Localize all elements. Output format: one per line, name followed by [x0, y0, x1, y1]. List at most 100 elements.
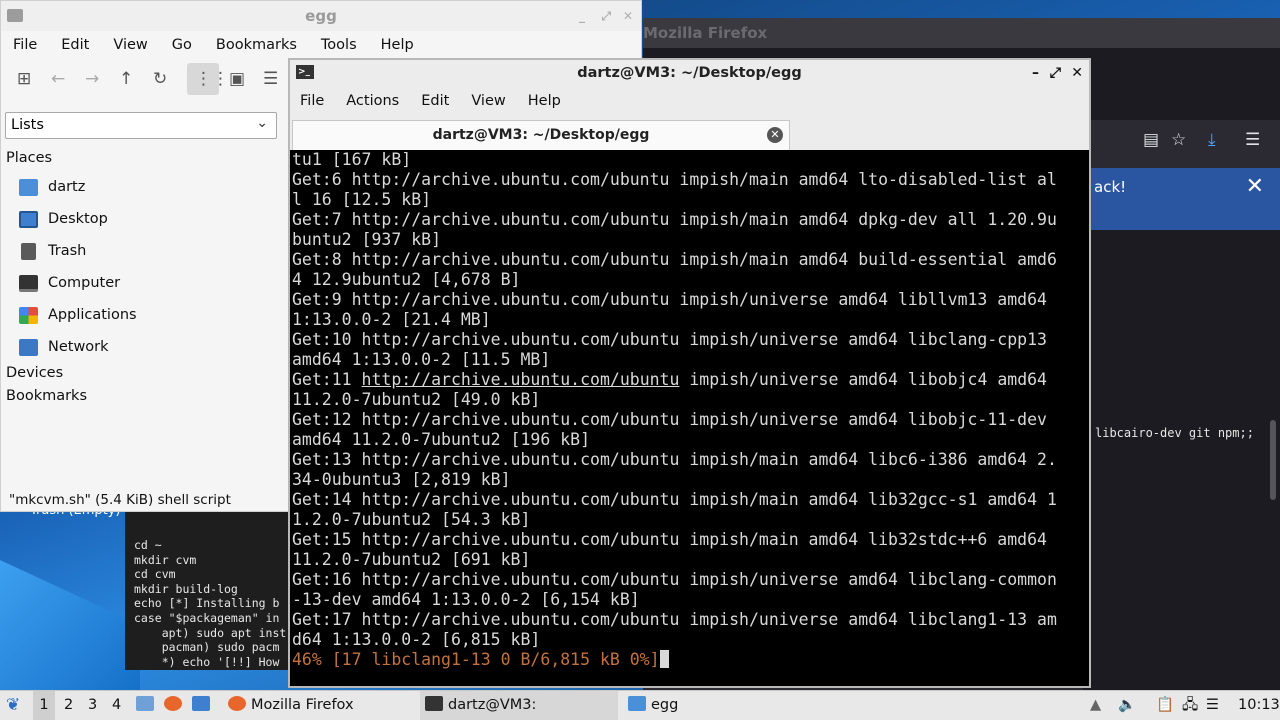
maximize-icon[interactable]: ⤢ [1050, 60, 1061, 86]
firefox-content: libcairo-dev git npm;; [1083, 230, 1280, 690]
minimize-icon[interactable]: – [1032, 60, 1039, 86]
workspace-2[interactable]: 2 [64, 691, 73, 720]
list-view-icon[interactable]: ☰ [263, 69, 278, 89]
progress-line: 46% [17 libclang1-13 0 B/6,815 kB 0%] [290, 650, 1089, 670]
sidebar-item-label: Desktop [48, 211, 108, 227]
side-pane-mode-value: Lists [11, 117, 44, 133]
workspace-1[interactable]: 1 [33, 691, 55, 720]
task-file-manager[interactable]: egg [624, 691, 774, 720]
sidebar-item-label: Trash [48, 243, 87, 259]
menu-hamburger-icon[interactable]: ☰ [1245, 130, 1260, 150]
sidebar-item-label: Network [48, 339, 109, 355]
taskbar: ❦ 1 2 3 4 Mozilla Firefox dartz@VM3: ~/D… [0, 690, 1280, 720]
sidebar-item-label: dartz [48, 179, 86, 195]
menu-edit[interactable]: Edit [421, 93, 449, 109]
wallpaper-shape [0, 560, 140, 690]
firefox-icon [228, 696, 246, 711]
start-menu-icon[interactable]: ❦ [6, 691, 20, 720]
output-lines-1: tu1 [167 kB] Get:6 http://archive.ubuntu… [292, 150, 1057, 369]
tab-terminal[interactable]: dartz@VM3: ~/Desktop/egg ✕ [292, 120, 790, 150]
reload-icon[interactable]: ↻ [153, 69, 167, 89]
notification-text: ack! [1094, 178, 1127, 196]
file-manager-menubar: File Edit View Go Bookmarks Tools Help [1, 31, 641, 59]
tray-expand-icon[interactable]: ▲ [1090, 691, 1101, 720]
bookmark-star-icon[interactable]: ☆ [1171, 130, 1186, 150]
task-label: egg [651, 697, 679, 713]
url-link[interactable]: http://archive.ubuntu.com/ubuntu [362, 370, 680, 389]
side-pane-mode-select[interactable]: Lists ⌄ [5, 112, 277, 139]
sidebar-item-home[interactable]: dartz [19, 175, 85, 199]
editor-code: cd ~ mkdir cvm cd cvm mkdir build-log ec… [134, 538, 287, 669]
home-folder-icon [19, 178, 38, 196]
terminal-icon [425, 696, 443, 711]
workspace-3[interactable]: 3 [88, 691, 97, 720]
task-terminal[interactable]: dartz@VM3: ~/Deskto... [420, 691, 618, 720]
bookmarks-header: Bookmarks [6, 388, 88, 404]
link-suffix: impish/universe amd64 libobjc4 amd64 [679, 370, 1047, 389]
firefox-launcher-icon[interactable] [164, 691, 187, 720]
menu-view[interactable]: View [113, 37, 147, 53]
close-tab-icon[interactable]: ✕ [767, 127, 783, 143]
menu-view[interactable]: View [471, 93, 505, 109]
menu-file[interactable]: File [13, 37, 37, 53]
menu-bookmarks[interactable]: Bookmarks [216, 37, 297, 53]
menu-actions[interactable]: Actions [346, 93, 399, 109]
menu-go[interactable]: Go [172, 37, 192, 53]
clock[interactable]: 10:13 [1238, 691, 1280, 720]
sidebar-item-network[interactable]: Network [19, 335, 109, 359]
sidebar-item-applications[interactable]: Applications [19, 303, 137, 327]
scrollbar[interactable] [1270, 420, 1276, 500]
file-manager-titlebar: egg _ ⤢ ✕ [1, 1, 641, 31]
chevron-down-icon: ⌄ [256, 115, 268, 131]
folder-icon [628, 696, 646, 711]
close-icon[interactable]: ✕ [623, 1, 633, 31]
new-tab-icon[interactable]: ⊞ [17, 69, 31, 89]
sidebar-item-desktop[interactable]: Desktop [19, 207, 108, 231]
download-icon[interactable]: ⤓ [1208, 130, 1216, 150]
volume-icon[interactable]: 🔈 [1118, 691, 1136, 720]
notes-icon[interactable]: ☰ [1206, 691, 1219, 720]
reader-mode-icon[interactable]: ▤ [1143, 130, 1159, 150]
text-editor-window[interactable]: cd ~ mkdir cvm cd cvm mkdir build-log ec… [125, 512, 295, 670]
close-icon[interactable]: ✕ [1246, 174, 1264, 199]
applications-icon [19, 306, 38, 324]
workspace-4[interactable]: 4 [112, 691, 121, 720]
terminal-output[interactable]: tu1 [167 kB] Get:6 http://archive.ubuntu… [290, 150, 1089, 686]
desktop-launcher-icon[interactable] [192, 691, 215, 720]
maximize-icon[interactable]: ⤢ [601, 1, 611, 31]
window-title: egg [305, 7, 337, 25]
menu-help[interactable]: Help [381, 37, 414, 53]
tab-label: dartz@VM3: ~/Desktop/egg [432, 127, 650, 143]
sidebar-item-label: Applications [48, 307, 137, 323]
clipboard-icon[interactable]: 📋 [1156, 691, 1174, 720]
back-icon[interactable]: ← [51, 69, 65, 89]
menu-help[interactable]: Help [528, 93, 561, 109]
text-cursor [659, 650, 669, 668]
menu-tools[interactable]: Tools [321, 37, 357, 53]
thumbnail-view-icon[interactable]: ▣ [229, 69, 245, 89]
devices-header: Devices [6, 365, 64, 381]
task-firefox[interactable]: Mozilla Firefox [224, 691, 414, 720]
terminal-window[interactable]: >_ dartz@VM3: ~/Desktop/egg – ⤢ ✕ File A… [288, 58, 1091, 688]
icon-view-icon[interactable]: ⋮⋮ [195, 69, 229, 89]
menu-edit[interactable]: Edit [61, 37, 89, 53]
network-tray-icon[interactable]: 🖧 [1182, 691, 1198, 720]
terminal-icon: >_ [296, 65, 314, 79]
minimize-icon[interactable]: _ [579, 1, 585, 31]
up-icon[interactable]: ↑ [119, 69, 133, 89]
sidebar-item-trash[interactable]: Trash [19, 239, 86, 263]
menu-file[interactable]: File [300, 93, 324, 109]
folder-icon [7, 9, 23, 22]
forward-icon[interactable]: → [85, 69, 99, 89]
output-link-line: Get:11 http://archive.ubuntu.com/ubuntu … [290, 370, 1089, 390]
sidebar-item-computer[interactable]: Computer [19, 271, 120, 295]
desktop-icon [19, 210, 38, 228]
task-label: Mozilla Firefox [251, 697, 354, 713]
close-icon[interactable]: ✕ [1071, 60, 1083, 86]
trash-icon [21, 242, 36, 260]
link-prefix: Get:11 [292, 370, 362, 389]
progress-text: 46% [17 libclang1-13 0 B/6,815 kB 0%] [292, 650, 660, 669]
terminal-titlebar: >_ dartz@VM3: ~/Desktop/egg – ⤢ ✕ [290, 60, 1089, 86]
file-manager-launcher-icon[interactable] [136, 691, 159, 720]
firefox-toolbar: ▤ ☆ ⤓ ☰ [1083, 120, 1280, 160]
